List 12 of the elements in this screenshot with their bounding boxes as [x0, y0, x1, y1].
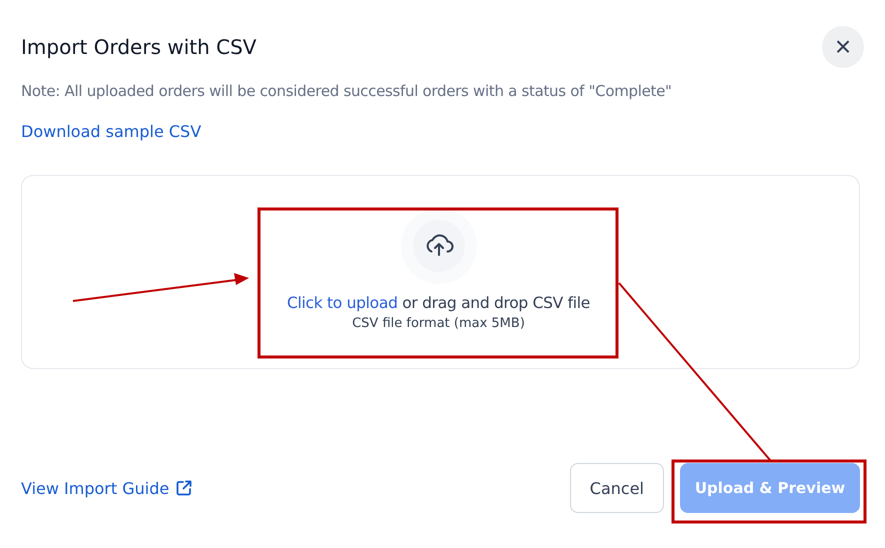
- cancel-button[interactable]: Cancel: [570, 463, 664, 513]
- upload-icon: [400, 208, 476, 284]
- file-format-hint: CSV file format (max 5MB): [352, 316, 525, 331]
- external-link-icon: [175, 479, 194, 497]
- dialog-title: Import Orders with CSV: [21, 35, 256, 59]
- close-button[interactable]: ×: [822, 26, 864, 68]
- note-text: Note: All uploaded orders will be considered successful orders with a status of "Complete": [21, 82, 673, 100]
- click-to-upload-link[interactable]: Click to upload: [286, 294, 398, 312]
- import-guide-link[interactable]: View Import Guide: [21, 478, 194, 498]
- dropzone[interactable]: Click to upload or drag and drop CSV file CSV file format (max 5MB): [21, 175, 860, 369]
- upload-instruction: Click to upload or drag and drop CSV file: [286, 294, 590, 312]
- download-sample-link[interactable]: Download sample CSV: [21, 122, 202, 141]
